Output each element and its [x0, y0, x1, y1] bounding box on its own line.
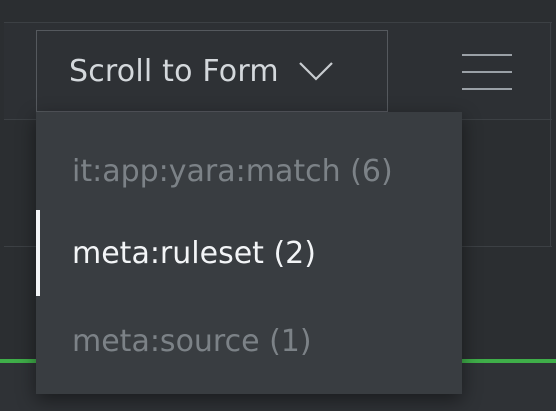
app-frame: Scroll to Form it:app:yara:match (6) met… [0, 0, 556, 411]
chevron-down-icon [299, 62, 333, 81]
menu-item-ruleset[interactable]: meta:ruleset (2) [36, 210, 462, 296]
menu-item-source[interactable]: meta:source (1) [36, 298, 462, 384]
active-indicator [36, 210, 40, 296]
scroll-to-form-dropdown[interactable]: Scroll to Form [36, 30, 388, 112]
dropdown-label: Scroll to Form [69, 53, 279, 89]
menu-item-yara-match[interactable]: it:app:yara:match (6) [36, 128, 462, 214]
dropdown-menu: it:app:yara:match (6) meta:ruleset (2) m… [36, 112, 462, 394]
panel-border [550, 22, 551, 246]
menu-item-label: it:app:yara:match (6) [72, 153, 393, 189]
menu-item-label: meta:source (1) [72, 323, 312, 359]
hamburger-menu-icon[interactable] [462, 50, 512, 94]
menu-item-label: meta:ruleset (2) [72, 235, 316, 271]
